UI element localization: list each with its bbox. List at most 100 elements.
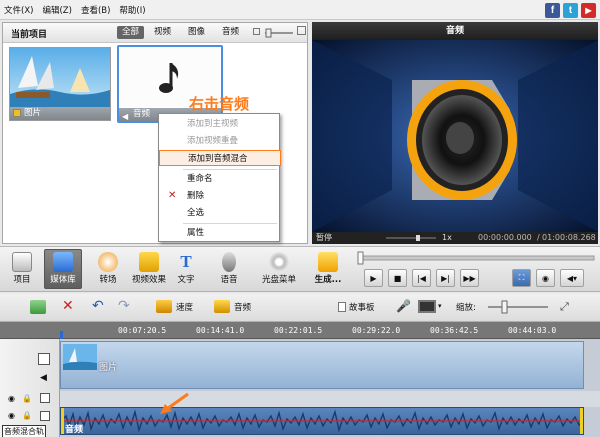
filter-tab-audio[interactable]: 音频 — [217, 26, 244, 39]
media-library-button[interactable]: 媒体库 — [44, 249, 82, 289]
video-track-header: ◀ — [0, 339, 60, 391]
visibility-eye-icon[interactable]: ◉ — [8, 394, 15, 403]
redo-icon[interactable]: ↷ — [118, 298, 130, 314]
annotation-arrow-icon — [160, 392, 189, 414]
storyboard-icon[interactable] — [338, 302, 346, 312]
video-clip[interactable]: 图片 — [60, 341, 584, 389]
video-effects-label: 视频效果 — [131, 275, 166, 285]
audio-edit-label[interactable]: 音频 — [234, 301, 251, 313]
large-thumb-icon[interactable] — [297, 26, 306, 35]
previous-frame-button[interactable]: |◀ — [412, 269, 431, 287]
image-thumbnail — [10, 48, 110, 108]
filter-tab-all[interactable]: 全部 — [117, 26, 145, 39]
volume-slider[interactable] — [386, 234, 438, 242]
media-item-image[interactable]: 图片 — [9, 47, 111, 121]
media-library-label: 媒体库 — [50, 275, 76, 285]
fit-timeline-icon[interactable]: ⤢ — [560, 300, 569, 314]
facebook-icon[interactable]: f — [545, 3, 560, 18]
menu-add-to-audio-mix[interactable]: 添加到音频混合 — [159, 150, 281, 166]
time-total: 01:00:08.268 — [542, 233, 596, 242]
disc-menu-button[interactable]: 光盘菜单 — [258, 249, 300, 289]
overlay-track[interactable] — [60, 391, 600, 407]
audio-clip[interactable]: 音频 — [60, 407, 584, 435]
monitor-dropdown-icon[interactable]: ▾ — [438, 302, 442, 310]
voice-button[interactable]: 语音 — [214, 249, 244, 289]
snapshot-camera-icon[interactable]: ◉ — [536, 269, 555, 287]
menu-edit[interactable]: 编辑(Z) — [42, 4, 71, 16]
play-button[interactable]: ▶ — [364, 269, 383, 287]
menu-rename[interactable]: 重命名 — [159, 171, 279, 187]
menu-properties[interactable]: 属性 — [159, 225, 279, 241]
disc-icon — [269, 252, 289, 272]
media-item-image-bar: 图片 — [10, 107, 110, 120]
ruler-tick: 00:07:20.5 — [118, 326, 167, 335]
microphone-icon — [222, 252, 236, 272]
delete-clip-icon[interactable]: ✕ — [62, 298, 74, 314]
project-icon — [12, 252, 32, 272]
disc-menu-label: 光盘菜单 — [261, 275, 296, 285]
ruler-tick: 00:36:42.5 — [430, 326, 479, 335]
preview-title: 音频 — [312, 22, 598, 40]
speed-label[interactable]: 速度 — [176, 301, 193, 313]
fullscreen-button[interactable]: ⛶ — [512, 269, 531, 287]
zoom-label: 缩放: — [456, 303, 476, 313]
filter-tab-image[interactable]: 图像 — [183, 26, 210, 39]
menubar: 文件(X) 编辑(Z) 查看(B) 帮助(I) — [0, 0, 600, 20]
seek-bar[interactable] — [356, 251, 596, 265]
app-window: 文件(X) 编辑(Z) 查看(B) 帮助(I) f t ▶ 当前项目 全部 视频… — [0, 0, 600, 437]
film-icon — [38, 353, 50, 365]
produce-icon — [318, 252, 338, 272]
produce-button[interactable]: 生成... — [308, 249, 348, 289]
menu-select-all[interactable]: 全选 — [159, 205, 279, 221]
audio-small-icon: ◀ — [40, 373, 47, 383]
text-button[interactable]: T 文字 — [174, 249, 198, 289]
time-current: 00:00:00.000 — [478, 233, 532, 242]
media-library-header: 当前项目 全部 视频 图像 音频 — [3, 23, 307, 43]
lock-icon[interactable]: 🔒 — [22, 411, 32, 420]
audio-clip-label: 音频 — [65, 425, 84, 435]
next-frame-button[interactable]: ▶| — [436, 269, 455, 287]
stop-button[interactable]: ■ — [388, 269, 407, 287]
produce-label: 生成... — [314, 275, 342, 285]
voice-label: 语音 — [220, 275, 238, 285]
media-library-icon — [53, 252, 73, 272]
add-clip-icon[interactable] — [30, 300, 46, 314]
menu-separator — [183, 223, 277, 224]
lock-icon[interactable]: 🔒 — [22, 394, 32, 403]
twitter-icon[interactable]: t — [563, 3, 578, 18]
zoom-slider[interactable] — [486, 300, 550, 314]
speed-icon[interactable] — [156, 300, 172, 313]
film-icon — [40, 393, 50, 403]
menu-file[interactable]: 文件(X) — [4, 4, 33, 16]
media-item-image-label: 图片 — [24, 108, 42, 118]
filter-tab-video[interactable]: 视频 — [149, 26, 176, 39]
visibility-eye-icon[interactable]: ◉ — [8, 411, 15, 420]
annotation-right-click: 右击音频 — [189, 95, 250, 113]
thumbnail-size-slider[interactable] — [263, 27, 297, 39]
playback-state: 暂停 — [316, 233, 332, 242]
volume-speaker-icon[interactable]: ◀▾ — [560, 269, 584, 287]
youtube-icon[interactable]: ▶ — [581, 3, 596, 18]
video-effects-button[interactable]: 视频效果 — [128, 249, 170, 289]
project-button[interactable]: 项目 — [6, 249, 38, 289]
audio-edit-icon[interactable] — [214, 300, 230, 313]
menu-delete[interactable]: 删除 — [159, 188, 279, 204]
timeline-ruler[interactable]: 00:07:20.5 00:14:41.0 00:22:01.5 00:29:2… — [0, 322, 600, 339]
menu-view[interactable]: 查看(B) — [81, 4, 110, 16]
transitions-button[interactable]: 转场 — [92, 249, 124, 289]
speaker-preview-image — [312, 40, 598, 232]
preview-status-bar: 暂停 1x 00:00:00.000 / 01:00:08.268 — [312, 232, 598, 244]
voice-record-icon[interactable]: 🎤 — [396, 299, 411, 313]
context-menu: 添加到主视频 添加视频重叠 添加到音频混合 重命名 ✕ 删除 全选 属性 — [158, 113, 281, 242]
transitions-label: 转场 — [99, 275, 117, 285]
small-thumb-icon[interactable] — [253, 28, 260, 35]
fast-forward-button[interactable]: ▶▶ — [460, 269, 479, 287]
playhead-marker[interactable] — [60, 331, 63, 339]
storyboard-label[interactable]: 故事板 — [349, 301, 375, 313]
monitor-icon[interactable] — [418, 300, 436, 313]
undo-icon[interactable]: ↶ — [92, 298, 104, 314]
text-label: 文字 — [177, 275, 195, 285]
menu-separator — [183, 169, 277, 170]
ruler-tick: 00:22:01.5 — [274, 326, 323, 335]
menu-help[interactable]: 帮助(I) — [119, 4, 145, 16]
